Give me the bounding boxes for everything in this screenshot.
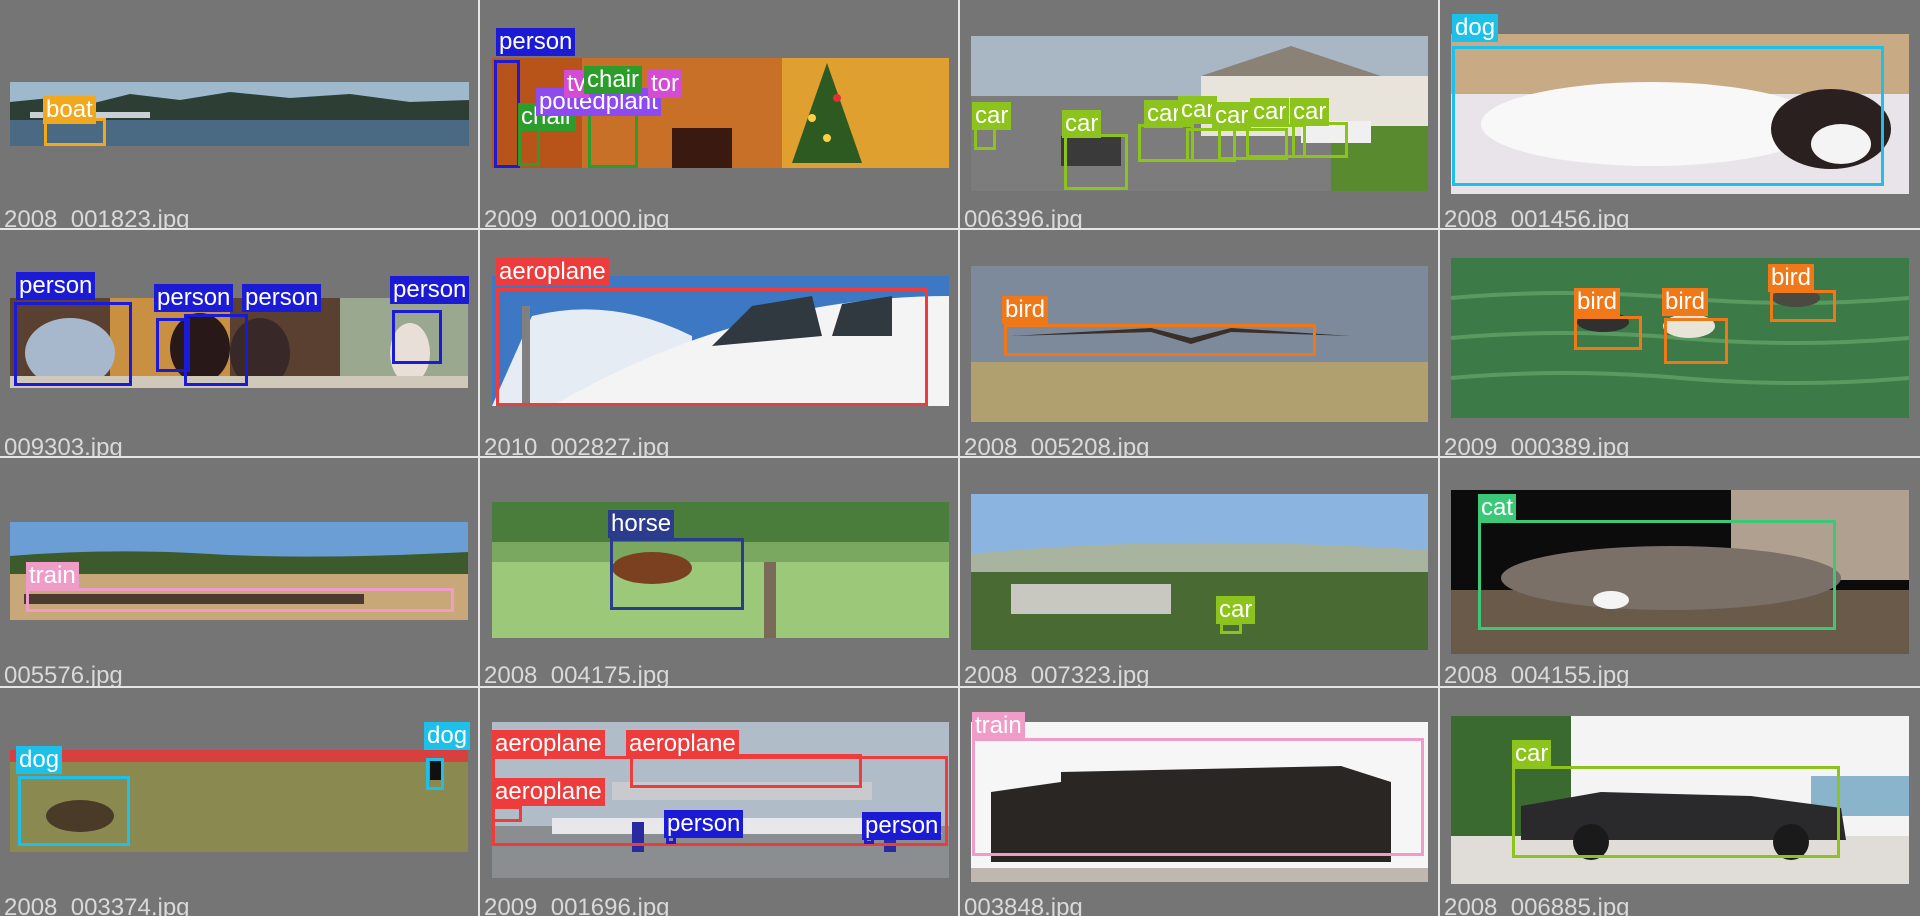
image-filename: 2009_000389.jpg [1444,434,1630,457]
image-filename: 003848.jpg [964,894,1083,916]
bbox-label: person [664,810,744,838]
detection-results-grid: boat 2008_001823.jpg person chair potted… [0,0,1920,916]
bbox-label: aeroplane [626,730,739,758]
bbox-label: person [862,812,942,840]
bbox-label: car [1216,596,1256,624]
image-filename: 2008_007323.jpg [964,662,1150,687]
grid-cell[interactable]: aeroplane 2010_002827.jpg [480,230,958,456]
bbox-label: cat [1478,494,1517,522]
grid-cell[interactable]: car 2008_007323.jpg [960,458,1438,686]
grid-cell[interactable]: cat 2008_004155.jpg [1440,458,1920,686]
image-filename: 006396.jpg [964,206,1083,229]
bbox-label: aeroplane [492,730,605,758]
grid-cell[interactable]: bird bird bird 2009_000389.jpg [1440,230,1920,456]
bbox-label: dog [1452,14,1499,42]
bbox-label: car [1062,110,1102,138]
image-filename: 2008_001456.jpg [1444,206,1630,229]
image-filename: 2010_002827.jpg [484,434,670,457]
bbox-label: boat [43,96,96,124]
bbox-label: train [26,562,79,590]
bbox-label: car [1290,98,1330,126]
image-filename: 2009_001000.jpg [484,206,670,229]
bbox-label: aeroplane [492,778,605,806]
grid-cell[interactable]: bird 2008_005208.jpg [960,230,1438,456]
bbox-label: bird [1002,296,1049,324]
bbox-car [1512,766,1840,858]
bbox-train [26,588,454,612]
bbox-label: person [390,276,470,304]
bbox-label: car [1212,102,1252,130]
image-filename: 009303.jpg [4,434,123,457]
bbox-label: bird [1662,288,1709,316]
image-filename: 005576.jpg [4,662,123,687]
bbox-person [392,310,442,364]
bbox-label: train [972,712,1025,740]
bbox-person [494,60,520,168]
bbox-dog [18,776,130,846]
bbox-label: person [154,284,234,312]
bbox-label: tor [648,70,683,98]
bbox-label: car [972,102,1012,130]
bbox-label: car [1512,740,1552,768]
bbox-label: bird [1768,264,1815,292]
image-filename: 2008_004175.jpg [484,662,670,687]
bbox-dog [1452,46,1884,186]
grid-cell[interactable]: car 2008_006885.jpg [1440,688,1920,916]
grid-cell[interactable]: car car car car car car car 006396.jpg [960,0,1438,228]
bbox-horse [610,538,744,610]
bbox-label: car [1250,98,1290,126]
bbox-aeroplane [492,806,522,822]
bbox-label: chair [584,66,643,94]
bbox-label: person [242,284,322,312]
bbox-bird [1770,290,1836,322]
grid-cell[interactable]: aeroplane aeroplane aeroplane person per… [480,688,958,916]
bbox-label: dog [16,746,63,774]
bbox-aeroplane [630,754,862,788]
grid-cell[interactable]: train 003848.jpg [960,688,1438,916]
bbox-label: horse [608,510,675,538]
bbox-aeroplane [496,288,928,406]
grid-cell[interactable]: person chair pottedplant tv chair tor 20… [480,0,958,228]
bbox-bird [1664,318,1728,364]
grid-cell[interactable]: dog dog 2008_003374.jpg [0,688,478,916]
bbox-train [972,738,1424,856]
bbox-bird [1574,316,1642,350]
image-filename: 2008_005208.jpg [964,434,1150,457]
bbox-car [1064,134,1128,190]
bbox-person [184,314,248,386]
city-valley-scene-image [971,494,1428,650]
image-filename: 2008_006885.jpg [1444,894,1630,916]
grid-cell[interactable]: train 005576.jpg [0,458,478,686]
bbox-car [1292,122,1348,158]
bbox-person [14,302,132,386]
bbox-label: person [16,272,96,300]
image-filename: 2009_001696.jpg [484,894,670,916]
bbox-label: person [496,28,576,56]
grid-cell[interactable]: horse 2008_004175.jpg [480,458,958,686]
bbox-label: aeroplane [496,258,609,286]
image-filename: 2008_001823.jpg [4,206,190,229]
bbox-bird [1004,324,1316,356]
grid-cell[interactable]: dog 2008_001456.jpg [1440,0,1920,228]
bbox-dog [426,758,444,790]
image-filename: 2008_004155.jpg [1444,662,1630,687]
bbox-label: bird [1574,288,1621,316]
grid-cell[interactable]: person person person person 009303.jpg [0,230,478,456]
grid-cell[interactable]: boat 2008_001823.jpg [0,0,478,228]
bbox-cat [1478,520,1836,630]
bbox-label: dog [424,722,471,750]
image-filename: 2008_003374.jpg [4,894,190,916]
